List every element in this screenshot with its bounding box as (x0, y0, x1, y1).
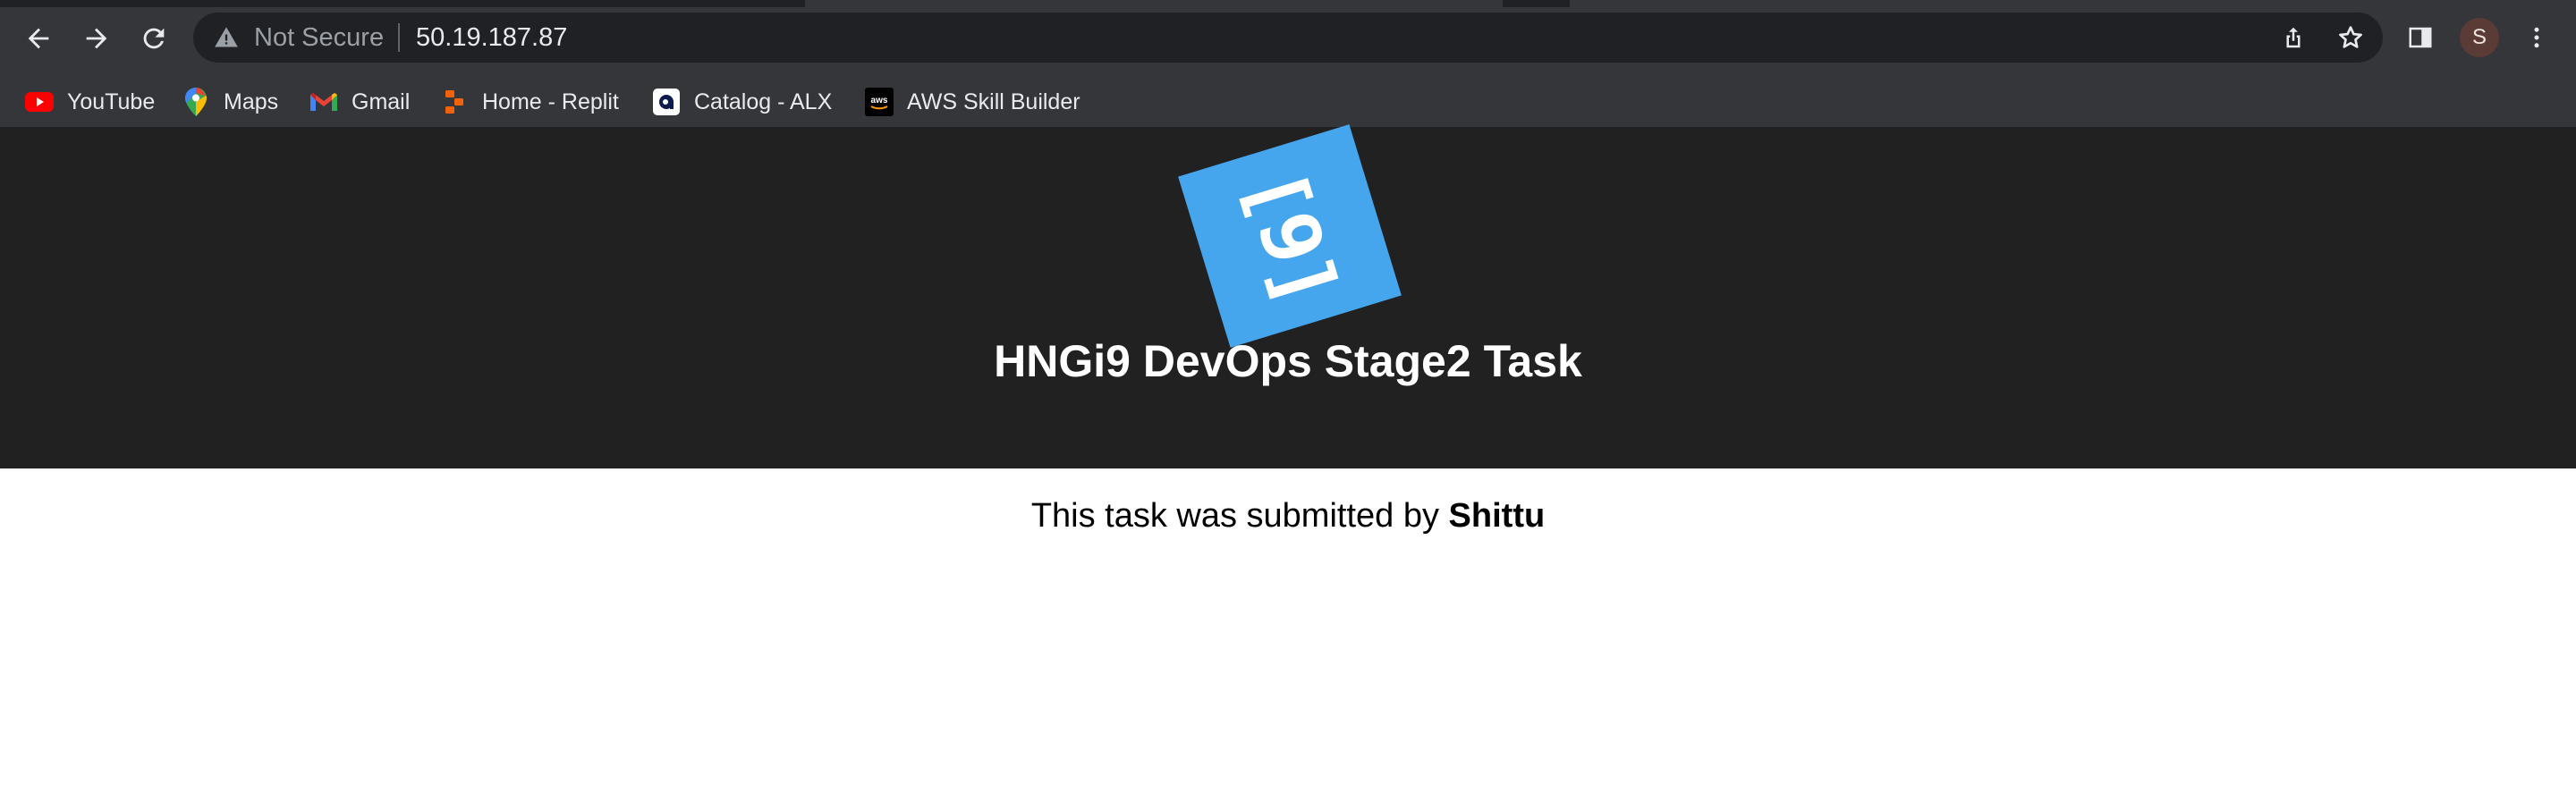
page-title: HNGi9 DevOps Stage2 Task (994, 336, 1582, 386)
browser-menu-button[interactable] (2521, 21, 2553, 54)
bookmark-label: Maps (224, 89, 279, 114)
replit-icon (440, 88, 469, 116)
bookmark-label: YouTube (67, 89, 156, 114)
url-text[interactable]: 50.19.187.87 (416, 13, 567, 63)
youtube-icon (25, 88, 54, 116)
reload-icon (143, 28, 165, 49)
back-arrow-icon (28, 28, 49, 49)
bookmark-label: Catalog - ALX (694, 89, 833, 114)
browser-toolbar: Not Secure 50.19.187.87 S (0, 0, 2576, 75)
bookmark-label: Home - Replit (482, 89, 619, 114)
side-panel-button[interactable] (2404, 21, 2436, 54)
submission-prefix: This task was submitted by (1030, 497, 1449, 535)
submitter-name: Shittu (1448, 497, 1546, 535)
svg-text:aws: aws (871, 96, 888, 105)
forward-button[interactable] (74, 16, 119, 61)
logo-glyph: [9] (1224, 157, 1355, 315)
back-button[interactable] (16, 16, 61, 61)
submission-text: This task was submitted by Shittu (0, 497, 2576, 536)
bookmark-gmail[interactable]: Gmail (309, 82, 410, 122)
bookmark-label: AWS Skill Builder (907, 89, 1080, 114)
side-panel-icon (2409, 27, 2432, 48)
bookmark-replit[interactable]: Home - Replit (440, 82, 619, 122)
security-indicator[interactable]: Not Secure (254, 13, 384, 63)
tab-edge (805, 0, 1503, 7)
gmail-icon (309, 88, 338, 116)
maps-pin-icon (182, 88, 210, 116)
forward-arrow-icon (86, 28, 107, 49)
bookmark-aws[interactable]: aws AWS Skill Builder (865, 82, 1080, 122)
address-bar[interactable]: Not Secure 50.19.187.87 (193, 13, 2383, 63)
alx-icon (652, 88, 681, 116)
tab-edge (1570, 0, 2576, 7)
bookmarks-bar: YouTube Maps Gmail Home - Replit Catalog… (0, 75, 2576, 129)
share-icon (2286, 27, 2301, 48)
bookmark-youtube[interactable]: YouTube (25, 82, 155, 122)
bookmark-alx[interactable]: Catalog - ALX (652, 82, 832, 122)
star-icon (2339, 26, 2362, 48)
warning-triangle-icon (215, 27, 238, 47)
tab-strip (0, 0, 2576, 7)
profile-avatar[interactable]: S (2460, 18, 2499, 57)
bookmark-star-button[interactable] (2334, 21, 2367, 54)
bookmark-label: Gmail (352, 89, 411, 114)
reload-button[interactable] (131, 16, 176, 61)
share-button[interactable] (2277, 21, 2309, 54)
omnibox-divider (398, 23, 400, 52)
kebab-menu-icon (2534, 27, 2539, 48)
aws-icon: aws (865, 88, 894, 116)
bookmark-maps[interactable]: Maps (182, 82, 278, 122)
